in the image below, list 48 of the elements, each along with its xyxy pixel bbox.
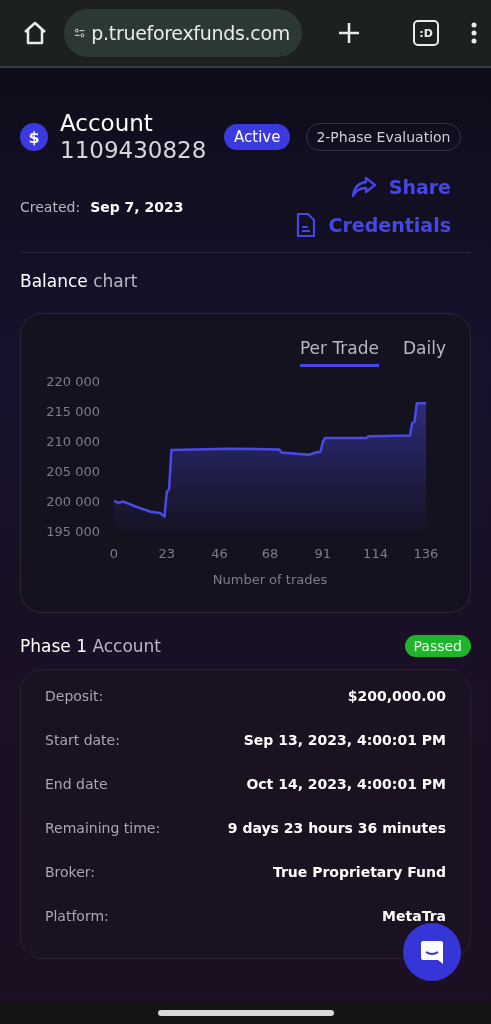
chart-tab[interactable]: Daily bbox=[403, 338, 446, 367]
x-tick-label: 46 bbox=[211, 546, 228, 561]
chat-icon bbox=[419, 939, 445, 965]
chart-tab[interactable]: Per Trade bbox=[299, 338, 379, 367]
detail-value: Oct 14, 2023, 4:00:01 PM bbox=[246, 776, 446, 794]
y-tick-label: 220 000 bbox=[46, 374, 100, 389]
detail-label: Remaining time: bbox=[45, 820, 161, 838]
detail-label: Deposit: bbox=[45, 688, 104, 706]
share-icon bbox=[350, 176, 377, 198]
dollar-icon: $ bbox=[20, 123, 48, 151]
y-tick-label: 200 000 bbox=[46, 494, 100, 509]
created-date: Sep 7, 2023 bbox=[90, 199, 184, 215]
url-text: p.trueforexfunds.com bbox=[91, 22, 290, 44]
detail-value: 9 days 23 hours 36 minutes bbox=[227, 820, 446, 838]
home-icon[interactable] bbox=[22, 21, 48, 45]
section-title: Balance chart bbox=[20, 271, 139, 291]
x-tick-label: 23 bbox=[158, 546, 176, 561]
tab-switcher[interactable]: :D bbox=[413, 20, 439, 46]
detail-label: End date bbox=[45, 776, 108, 794]
account-number: 1109430828 bbox=[60, 137, 208, 164]
detail-value: Sep 13, 2023, 4:00:01 PM bbox=[243, 732, 446, 750]
x-tick-label: 68 bbox=[261, 546, 279, 561]
address-bar[interactable]: p.trueforexfunds.com bbox=[64, 9, 302, 57]
y-tick-label: 210 000 bbox=[46, 434, 100, 449]
account-title: Account bbox=[60, 110, 154, 137]
detail-label: Platform: bbox=[45, 908, 109, 926]
detail-value: True Proprietary Fund bbox=[272, 864, 446, 882]
status-badge: Passed bbox=[404, 635, 471, 657]
detail-value: $200,000.00 bbox=[347, 688, 446, 706]
x-tick-label: 114 bbox=[363, 546, 388, 561]
x-tick-label: 0 bbox=[109, 546, 119, 561]
document-icon bbox=[294, 212, 317, 238]
detail-value: MetaTra bbox=[382, 908, 446, 926]
x-tick-label: 91 bbox=[314, 546, 332, 561]
detail-label: Start date: bbox=[45, 732, 120, 750]
menu-icon[interactable] bbox=[471, 22, 477, 44]
plus-icon[interactable] bbox=[338, 22, 360, 44]
chat-button[interactable] bbox=[403, 923, 461, 981]
y-tick-label: 195 000 bbox=[46, 524, 100, 539]
home-indicator[interactable] bbox=[157, 1009, 334, 1016]
section-title: Phase 1 Account bbox=[20, 636, 162, 656]
status-badge: Active bbox=[224, 124, 291, 150]
y-tick-label: 215 000 bbox=[46, 404, 100, 419]
x-tick-label: 136 bbox=[413, 546, 439, 561]
created-label: Created: bbox=[20, 199, 81, 215]
y-tick-label: 205 000 bbox=[46, 464, 100, 479]
x-axis-label: Number of trades bbox=[212, 572, 328, 587]
detail-label: Broker: bbox=[45, 864, 96, 882]
